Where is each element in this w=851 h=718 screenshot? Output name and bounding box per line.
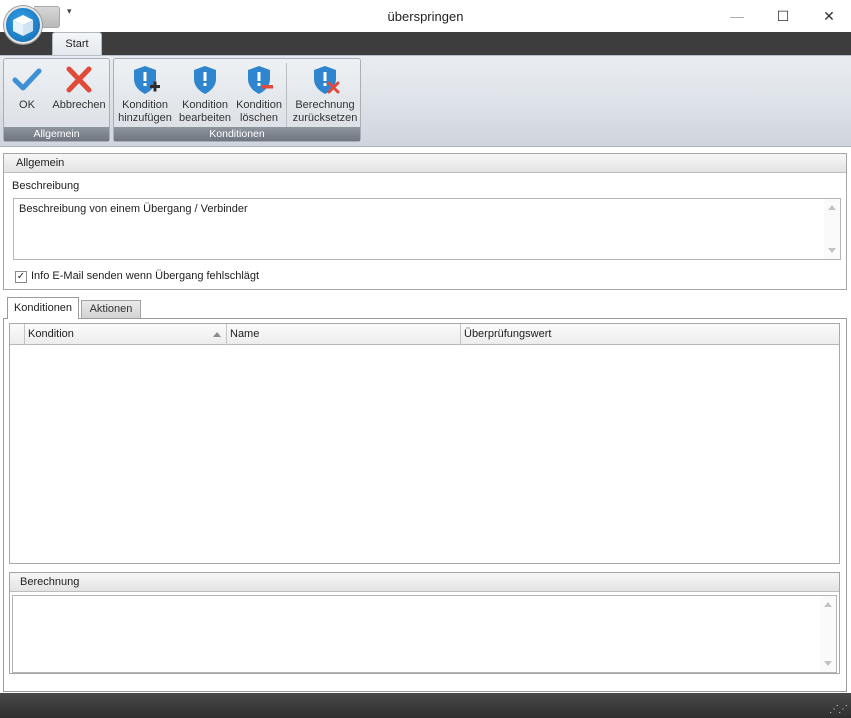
status-bar: ⋰⋰ <box>0 693 851 718</box>
grid-header: Kondition Name Überprüfungswert <box>10 324 839 345</box>
calculation-scrollbar[interactable] <box>820 596 836 672</box>
column-header-pruefwert[interactable]: Überprüfungswert <box>461 324 839 345</box>
ok-label: OK <box>19 99 35 111</box>
shield-reset-icon <box>314 66 340 94</box>
calculation-panel: Berechnung <box>9 572 840 674</box>
sort-ascending-icon <box>213 332 221 337</box>
ribbon-group-allgemein: OK Abbrechen Allgemein <box>3 58 110 142</box>
reset-calculation-label-2: zurücksetzen <box>292 112 358 124</box>
cancel-x-icon <box>66 66 92 93</box>
minimize-button[interactable]: — <box>714 0 760 32</box>
edit-condition-label-1: Kondition <box>182 99 228 111</box>
ribbon-separator <box>286 63 287 127</box>
general-panel-header: Allgemein <box>4 154 846 173</box>
application-menu-button[interactable] <box>4 6 42 44</box>
tab-konditionen[interactable]: Konditionen <box>7 297 79 319</box>
column-header-name-label: Name <box>230 328 260 340</box>
ribbon-group-label-konditionen: Konditionen <box>114 127 360 141</box>
checkmark-icon <box>12 68 42 91</box>
email-notification-checkbox[interactable]: ✓ <box>15 271 27 283</box>
calculation-panel-header: Berechnung <box>10 573 839 592</box>
email-notification-label[interactable]: Info E-Mail senden wenn Übergang fehlsch… <box>31 270 259 282</box>
close-button[interactable]: ✕ <box>806 0 851 32</box>
grid-row-selector-header <box>10 324 25 345</box>
scroll-down-arrow-icon[interactable] <box>824 661 832 666</box>
scroll-up-arrow-icon[interactable] <box>824 602 832 607</box>
app-cube-icon <box>13 15 33 36</box>
tab-aktionen[interactable]: Aktionen <box>81 300 141 318</box>
add-condition-button[interactable]: Kondition hinzufügen <box>117 63 173 125</box>
column-header-name[interactable]: Name <box>227 324 461 345</box>
cancel-label: Abbrechen <box>52 99 106 111</box>
add-condition-label-1: Kondition <box>122 99 168 111</box>
cancel-button[interactable]: Abbrechen <box>51 63 107 112</box>
scroll-down-arrow-icon[interactable] <box>828 248 836 253</box>
description-text: Beschreibung von einem Übergang / Verbin… <box>19 203 248 215</box>
shield-add-icon <box>134 66 160 94</box>
ribbon-tab-strip <box>0 32 851 56</box>
reset-calculation-label-1: Berechnung <box>295 99 355 111</box>
ribbon-tab-start[interactable]: Start <box>52 32 102 56</box>
column-header-kondition-label: Kondition <box>28 328 74 340</box>
column-header-kondition[interactable]: Kondition <box>25 324 227 345</box>
resize-grip-icon[interactable]: ⋰⋰ <box>829 704 848 715</box>
delete-condition-button[interactable]: Kondition löschen <box>235 63 283 125</box>
tab-content-konditionen: Kondition Name Überprüfungswert Berechnu… <box>3 318 847 692</box>
shield-edit-icon <box>194 66 216 94</box>
edit-condition-label-2: bearbeiten <box>179 112 231 124</box>
delete-condition-label-1: Kondition <box>236 99 282 111</box>
description-label: Beschreibung <box>12 180 80 192</box>
delete-condition-label-2: löschen <box>240 112 278 124</box>
description-textarea[interactable]: Beschreibung von einem Übergang / Verbin… <box>13 198 841 260</box>
conditions-grid[interactable]: Kondition Name Überprüfungswert <box>9 323 840 564</box>
column-header-pruefwert-label: Überprüfungswert <box>464 328 552 340</box>
calculation-textarea[interactable] <box>12 595 837 673</box>
ribbon-group-label-allgemein: Allgemein <box>4 127 109 141</box>
ribbon-group-konditionen: Kondition hinzufügen Kondition bearbeite… <box>113 58 361 142</box>
add-condition-label-2: hinzufügen <box>118 112 172 124</box>
edit-condition-button[interactable]: Kondition bearbeiten <box>177 63 233 125</box>
maximize-button[interactable]: ☐ <box>760 0 806 32</box>
general-panel: Allgemein Beschreibung Beschreibung von … <box>3 153 847 290</box>
scroll-up-arrow-icon[interactable] <box>828 205 836 210</box>
description-scrollbar[interactable] <box>824 199 840 259</box>
shield-remove-icon <box>248 66 273 94</box>
reset-calculation-button[interactable]: Berechnung zurücksetzen <box>291 63 359 125</box>
ok-button[interactable]: OK <box>9 63 45 112</box>
